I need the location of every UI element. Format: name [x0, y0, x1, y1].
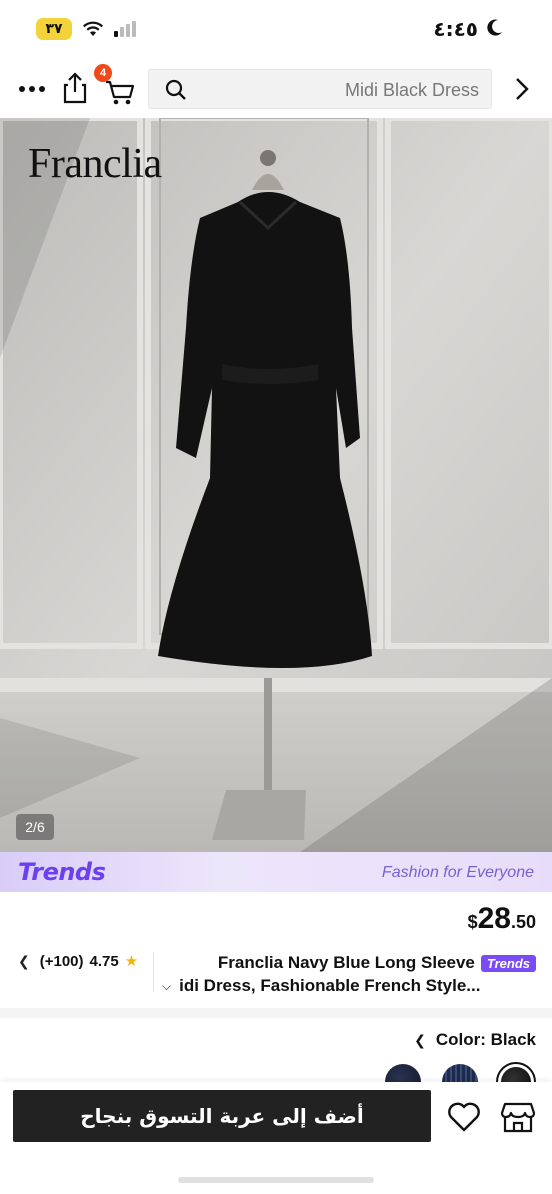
star-icon: ★ — [124, 953, 139, 970]
rating-value: 4.75 — [89, 952, 119, 970]
trends-logo: Trends — [18, 858, 106, 886]
share-icon — [58, 72, 92, 110]
search-input[interactable]: Midi Black Dress — [148, 69, 492, 109]
section-separator — [0, 1008, 552, 1018]
status-right: ٤:٤٥ — [433, 17, 504, 41]
product-title-line1: Franclia Navy Blue Long Sleeve Trends — [218, 953, 536, 973]
store-button[interactable] — [499, 1100, 537, 1134]
store-icon — [499, 1102, 537, 1138]
trends-tag: Trends — [480, 954, 536, 972]
wishlist-button[interactable] — [446, 1100, 482, 1134]
divider — [153, 952, 154, 992]
search-icon — [165, 79, 187, 106]
image-counter: 2/6 — [16, 814, 54, 840]
add-to-cart-button[interactable]: أضف إلى عربة التسوق بنجاح — [13, 1090, 431, 1142]
battery-indicator: ٣٧ — [36, 18, 72, 40]
chevron-left-icon: ❮ — [18, 952, 30, 969]
cart-count-badge: 4 — [94, 64, 112, 82]
product-price: $ 28 .50 — [468, 902, 536, 936]
rating-summary[interactable]: ❮ (+100) 4.75 ★ — [18, 952, 139, 971]
status-left: ٣٧ — [36, 18, 138, 40]
color-selector-header[interactable]: ❮ Color: Black — [414, 1030, 536, 1050]
product-photo — [0, 118, 552, 852]
chevron-left-icon: ❮ — [414, 1031, 426, 1048]
brand-logo: Franclia — [28, 141, 162, 187]
review-count: (+100) — [39, 952, 84, 970]
product-image-gallery[interactable]: Franclia 2/6 — [0, 118, 552, 852]
status-bar: ٣٧ ٤:٤٥ — [0, 0, 552, 58]
top-nav: Midi Black Dress — [0, 62, 552, 116]
more-icon — [18, 80, 46, 98]
status-time: ٤:٤٥ — [433, 17, 478, 41]
wifi-icon — [82, 20, 104, 38]
product-title: Franclia Navy Blue Long Sleeve — [217, 953, 475, 972]
chevron-down-icon[interactable]: ⌵ — [162, 979, 171, 994]
share-button[interactable] — [58, 70, 92, 106]
moon-icon — [486, 18, 504, 41]
price-main: 28 — [477, 902, 511, 935]
search-placeholder: Midi Black Dress — [344, 80, 479, 100]
color-label: Color: Black — [435, 1030, 536, 1049]
bottom-action-bar: أضف إلى عربة التسوق بنجاح — [0, 1082, 552, 1194]
forward-button[interactable] — [508, 75, 536, 103]
cart-icon — [100, 80, 138, 112]
price-currency: $ — [467, 912, 478, 932]
signal-icon — [114, 21, 138, 37]
product-title-continued: idi Dress, Fashionable French Style... — [179, 976, 481, 995]
trends-tagline: Fashion for Everyone — [381, 864, 534, 881]
price-cents: .50 — [510, 912, 536, 932]
product-title-line2[interactable]: ⌵ idi Dress, Fashionable French Style... — [162, 976, 540, 996]
trends-banner[interactable]: Trends Fashion for Everyone — [0, 852, 552, 892]
home-indicator — [178, 1177, 374, 1183]
more-options-button[interactable] — [14, 72, 50, 106]
heart-icon — [446, 1102, 482, 1138]
chevron-right-icon — [508, 78, 536, 107]
